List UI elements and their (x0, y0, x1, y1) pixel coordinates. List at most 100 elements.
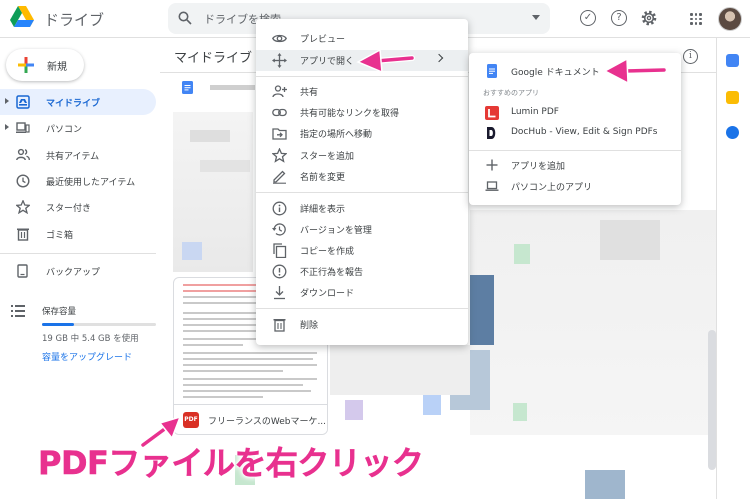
sidebar-item-computers[interactable]: パソコン (0, 115, 156, 141)
submenu-item-label: アプリを追加 (511, 162, 566, 172)
sidebar-item-recent[interactable]: 最近使用したアイテム (0, 168, 156, 194)
trash-icon (17, 228, 29, 241)
pdf-file-icon: PDF (183, 412, 199, 428)
drive-window: ドライブ ドライブを検索 ✓ ? 新規 マイドライブ パソコン 共有アイテム 最… (0, 0, 750, 499)
copy-icon (273, 243, 287, 258)
menu-item-label: 詳細を表示 (300, 205, 346, 215)
backup-icon (17, 264, 28, 278)
sidebar-item-shared[interactable]: 共有アイテム (0, 142, 156, 168)
new-button[interactable]: 新規 (6, 49, 84, 81)
file-name: フリーランスのWebマーケ... (208, 417, 327, 427)
menu-item-move-to[interactable]: 指定の場所へ移動 (256, 123, 468, 144)
app-title: ドライブ (44, 11, 105, 29)
menu-item-label: ダウンロード (300, 289, 355, 299)
file-grid-area (330, 345, 470, 395)
computer-icon (16, 122, 30, 133)
menu-divider (256, 76, 468, 77)
menu-item-add-star[interactable]: スターを追加 (256, 145, 468, 166)
submenu-item-google-docs[interactable]: Google ドキュメント (469, 61, 681, 82)
avatar[interactable] (718, 7, 742, 31)
star-icon (16, 200, 30, 214)
expand-caret-icon[interactable] (5, 98, 9, 104)
file-thumbnail (423, 395, 441, 415)
drive-logo-icon[interactable] (10, 6, 34, 28)
search-icon (178, 11, 192, 25)
menu-item-label: 指定の場所へ移動 (300, 130, 373, 140)
trash-icon (273, 319, 286, 332)
file-thumbnail (345, 400, 363, 420)
lumin-pdf-icon (485, 106, 499, 120)
sidebar-item-starred[interactable]: スター付き (0, 194, 156, 220)
plus-icon (486, 159, 498, 171)
file-thumbnail (514, 244, 530, 264)
settings-icon[interactable] (640, 9, 658, 27)
scrollbar[interactable] (708, 330, 716, 470)
menu-item-share[interactable]: 共有 (256, 81, 468, 102)
keep-icon[interactable] (726, 91, 739, 104)
breadcrumb-my-drive[interactable]: マイドライブ (174, 47, 266, 66)
sidebar-item-trash[interactable]: ゴミ箱 (0, 221, 156, 247)
menu-item-label: バージョンを管理 (300, 226, 372, 236)
submenu-item-computer-apps[interactable]: パソコン上のアプリ (469, 176, 681, 197)
storage-usage-fill (42, 323, 74, 326)
chevron-right-icon (434, 53, 444, 63)
menu-item-get-link[interactable]: 共有可能なリンクを取得 (256, 102, 468, 123)
submenu-item-dochub[interactable]: DocHub - View, Edit & Sign PDFs (469, 123, 681, 144)
menu-divider (256, 308, 468, 309)
menu-item-report-abuse[interactable]: 不正行為を報告 (256, 261, 468, 282)
sidebar-divider (0, 253, 156, 254)
download-icon (274, 286, 285, 300)
submenu-item-lumin-pdf[interactable]: Lumin PDF (469, 103, 681, 124)
sidebar-item-my-drive[interactable]: マイドライブ (0, 89, 156, 115)
storage-usage-bar (42, 323, 156, 326)
sidebar-item-label: バックアップ (46, 268, 101, 278)
sidebar-item-label: スター付き (46, 204, 92, 214)
done-circle-icon[interactable]: ✓ (580, 10, 596, 26)
file-thumbnail (470, 275, 494, 345)
report-icon (272, 264, 287, 279)
menu-item-view-details[interactable]: 詳細を表示 (256, 198, 468, 219)
tasks-icon[interactable] (726, 126, 739, 139)
file-card-footer: PDF フリーランスのWebマーケ... (174, 404, 327, 434)
sidebar-item-label: 最近使用したアイテム (46, 178, 136, 188)
file-thumbnail (190, 130, 230, 142)
clock-icon (16, 174, 30, 188)
dochub-icon (487, 127, 496, 139)
plus-icon (18, 57, 34, 73)
eye-icon (272, 34, 287, 43)
info-icon[interactable]: i (683, 49, 698, 64)
apps-grid-icon[interactable] (690, 13, 702, 25)
file-thumbnail (200, 160, 250, 172)
submenu-divider (469, 150, 681, 151)
menu-item-make-copy[interactable]: コピーを作成 (256, 240, 468, 261)
menu-item-preview[interactable]: プレビュー (256, 28, 468, 49)
file-thumbnail (182, 242, 202, 260)
search-options-chevron-icon[interactable] (532, 15, 540, 20)
move-arrows-icon (272, 53, 287, 68)
menu-item-rename[interactable]: 名前を変更 (256, 166, 468, 187)
history-icon (272, 223, 286, 236)
link-icon (272, 108, 287, 117)
menu-item-manage-versions[interactable]: バージョンを管理 (256, 219, 468, 240)
star-icon (272, 148, 287, 163)
file-thumbnail (513, 403, 527, 421)
expand-caret-icon[interactable] (5, 124, 9, 130)
menu-item-label: 共有可能なリンクを取得 (300, 109, 400, 119)
sidebar-item-backup[interactable]: バックアップ (0, 258, 156, 284)
laptop-icon (485, 181, 499, 191)
calendar-icon[interactable] (726, 54, 739, 67)
help-icon[interactable]: ? (611, 10, 627, 26)
menu-item-open-with[interactable]: アプリで開く (256, 50, 468, 71)
menu-item-label: 共有 (300, 88, 319, 98)
annotation-caption: PDFファイルを右クリック (38, 444, 424, 483)
submenu-item-label: Lumin PDF (511, 107, 559, 117)
menu-item-label: 削除 (300, 321, 319, 331)
menu-item-delete[interactable]: 削除 (256, 314, 468, 335)
submenu-item-add-app[interactable]: アプリを追加 (469, 155, 681, 176)
shared-icon (16, 148, 30, 161)
menu-item-label: 名前を変更 (300, 173, 346, 183)
storage-usage-text: 19 GB 中 5.4 GB を使用 (42, 334, 139, 344)
menu-item-download[interactable]: ダウンロード (256, 282, 468, 303)
sidebar-item-label: パソコン (46, 125, 83, 135)
upgrade-storage-link[interactable]: 容量をアップグレード (42, 350, 132, 363)
